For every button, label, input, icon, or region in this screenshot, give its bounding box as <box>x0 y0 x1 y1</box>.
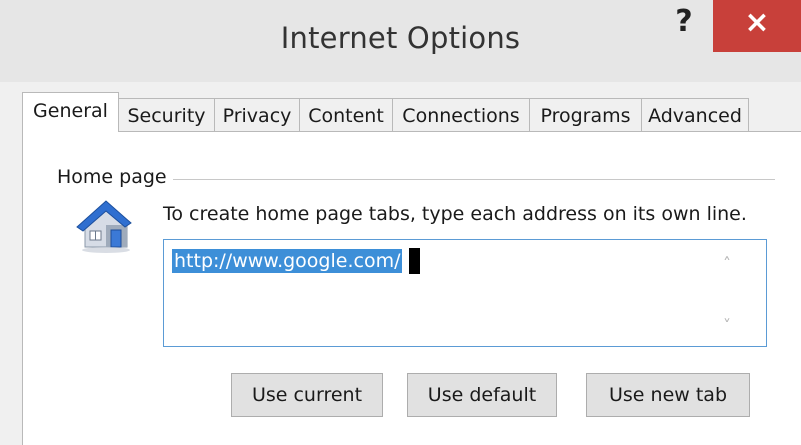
home-page-url: http://www.google.com/ <box>172 249 403 273</box>
section-divider <box>173 179 775 180</box>
title-bar: Internet Options ? × <box>0 0 801 82</box>
home-page-hint: To create home page tabs, type each addr… <box>163 203 747 225</box>
tab-general[interactable]: General <box>22 92 119 132</box>
use-current-button[interactable]: Use current <box>231 373 383 417</box>
house-icon <box>73 195 135 255</box>
tab-programs[interactable]: Programs <box>529 98 642 132</box>
home-page-legend: Home page <box>57 166 173 188</box>
scroll-up-icon[interactable]: ˄ <box>716 254 738 274</box>
scroll-down-icon[interactable]: ˅ <box>716 316 738 336</box>
home-page-textarea[interactable]: http://www.google.com/ ˄ ˅ <box>163 239 767 347</box>
tab-privacy[interactable]: Privacy <box>214 98 300 132</box>
tab-bar: General Security Privacy Content Connect… <box>22 92 749 132</box>
tab-security[interactable]: Security <box>118 98 215 132</box>
use-new-tab-button[interactable]: Use new tab <box>586 373 750 417</box>
close-button[interactable]: × <box>713 0 801 52</box>
close-icon: × <box>744 5 770 40</box>
text-caret <box>409 248 420 274</box>
general-tab-panel: Home page To create home page tabs, type… <box>22 131 801 445</box>
tab-advanced[interactable]: Advanced <box>641 98 749 132</box>
use-default-button[interactable]: Use default <box>407 373 557 417</box>
dialog-body: General Security Privacy Content Connect… <box>0 82 801 445</box>
help-button[interactable]: ? <box>670 6 698 46</box>
tab-content[interactable]: Content <box>299 98 393 132</box>
tab-connections[interactable]: Connections <box>392 98 530 132</box>
